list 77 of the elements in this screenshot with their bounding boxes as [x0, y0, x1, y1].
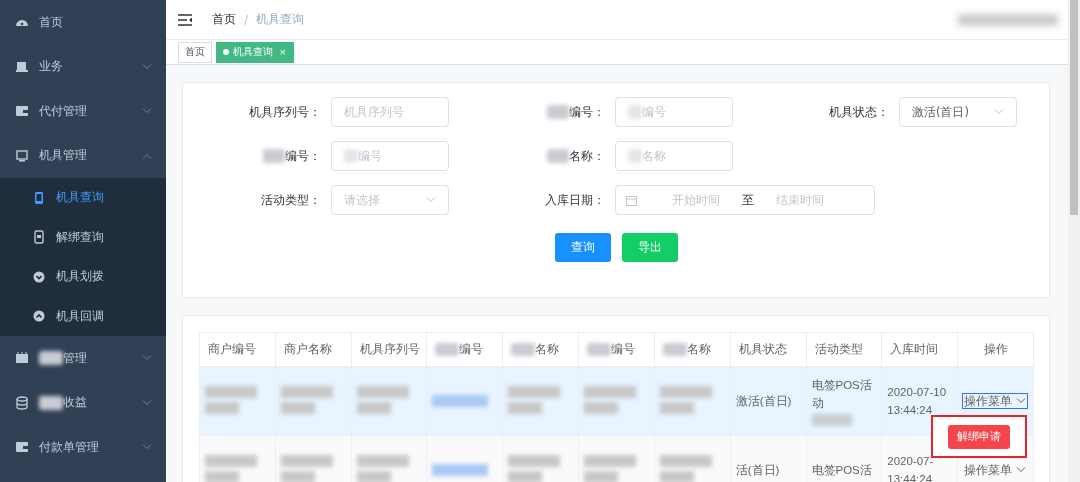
- table-cell: 活(首日): [735, 464, 780, 476]
- table-cell: 2020-07-10 13:44:24: [887, 386, 947, 416]
- menu-item[interactable]: 首页: [0, 0, 166, 45]
- column-header: 编号: [611, 343, 636, 355]
- breadcrumb-separator: /: [244, 12, 249, 27]
- menu-icon: [178, 13, 192, 26]
- submenu-item[interactable]: 机具划拨: [0, 257, 166, 297]
- scrollbar[interactable]: [1068, 0, 1080, 482]
- menu-label: 机具查询: [56, 189, 104, 207]
- column-header: 机具状态: [738, 343, 787, 355]
- column-header: 名称: [686, 343, 711, 355]
- breadcrumb-item: 机具查询: [256, 11, 305, 28]
- menu-label: 付款单管理: [39, 438, 99, 456]
- menu-toggle-button[interactable]: [178, 13, 192, 26]
- menu-item[interactable]: 机具管理: [0, 133, 166, 178]
- column-header: 名称: [535, 343, 560, 355]
- phone-icon: [32, 190, 46, 205]
- unbind-button[interactable]: 解绑申请: [948, 424, 1010, 449]
- submenu-item[interactable]: 机具查询: [0, 178, 166, 218]
- chevron-down-icon: [1016, 398, 1027, 404]
- chevron-down-icon: [1016, 467, 1027, 473]
- menu-label: 收益: [63, 394, 87, 412]
- phone-icon: [32, 230, 46, 245]
- menu-item[interactable]: 代付管理: [0, 89, 166, 134]
- database-icon: [15, 395, 29, 410]
- monitor-icon: [15, 148, 29, 163]
- redacted-block: [432, 395, 489, 407]
- search-button[interactable]: 查询: [554, 233, 611, 262]
- breadcrumb-item[interactable]: 首页: [212, 11, 236, 28]
- tab[interactable]: 首页: [178, 41, 212, 63]
- table-cell-text: 电签POS活动: [811, 378, 873, 411]
- menu-label: 机具回调: [56, 307, 104, 325]
- chevron-circle-icon: [32, 309, 46, 324]
- chevron-down-icon: [426, 197, 436, 203]
- date-range-field[interactable]: 开始时间 至 结束时间: [615, 185, 875, 215]
- column-header: 入库时间: [890, 343, 939, 355]
- chevron-circle-icon: [32, 269, 46, 284]
- column-header: 商户编号: [208, 343, 256, 355]
- menu-label: 首页: [39, 13, 63, 31]
- field-label: 机具状态：: [829, 104, 889, 120]
- wallet-icon: [15, 440, 29, 455]
- column-header: 机具序列号: [359, 343, 420, 355]
- status-dot: [223, 49, 229, 55]
- column-header: 商户名称: [283, 343, 332, 355]
- wallet-icon: [15, 104, 29, 119]
- menu-label: 业务: [39, 58, 63, 76]
- submenu-item[interactable]: 机具回调: [0, 296, 166, 336]
- submenu-item[interactable]: 解绑查询: [0, 217, 166, 257]
- menu-label: 管理: [63, 349, 87, 367]
- field-label: 入库日期：: [545, 192, 605, 208]
- field-label: 活动类型：: [261, 192, 321, 208]
- menu-label: 机具管理: [39, 147, 87, 165]
- tray-icon: [15, 59, 29, 74]
- clapperboard-icon: [15, 351, 29, 366]
- calendar-icon: [626, 194, 637, 206]
- redacted-block: [811, 414, 852, 426]
- field-label: 机具序列号：: [249, 104, 321, 120]
- column-header: 活动类型: [814, 343, 863, 355]
- menu-label: 代付管理: [39, 102, 87, 120]
- field-label: 名称：: [569, 148, 605, 164]
- field-label: 编号：: [569, 104, 605, 120]
- table-cell: 电签POS活: [811, 464, 872, 476]
- scrollbar-thumb[interactable]: [1070, 0, 1078, 215]
- menu-dropdown[interactable]: 操作菜单: [963, 394, 1028, 408]
- menu-item[interactable]: 管理: [0, 336, 166, 381]
- column-header: 操作: [983, 343, 1008, 355]
- chevron-down-icon: [994, 109, 1004, 115]
- menu-item[interactable]: 付款单管理: [0, 425, 166, 470]
- select-field[interactable]: 激活(首日): [899, 97, 1017, 127]
- table-cell: 激活(首日): [735, 395, 792, 407]
- menu-item[interactable]: 业务: [0, 44, 166, 89]
- menu-item[interactable]: 收益: [0, 380, 166, 425]
- redacted-block: [432, 464, 489, 476]
- column-header: 编号: [459, 343, 484, 355]
- menu-label: 机具划拨: [56, 268, 104, 286]
- menu-label: 解绑查询: [56, 228, 104, 246]
- field-label: 编号：: [285, 148, 321, 164]
